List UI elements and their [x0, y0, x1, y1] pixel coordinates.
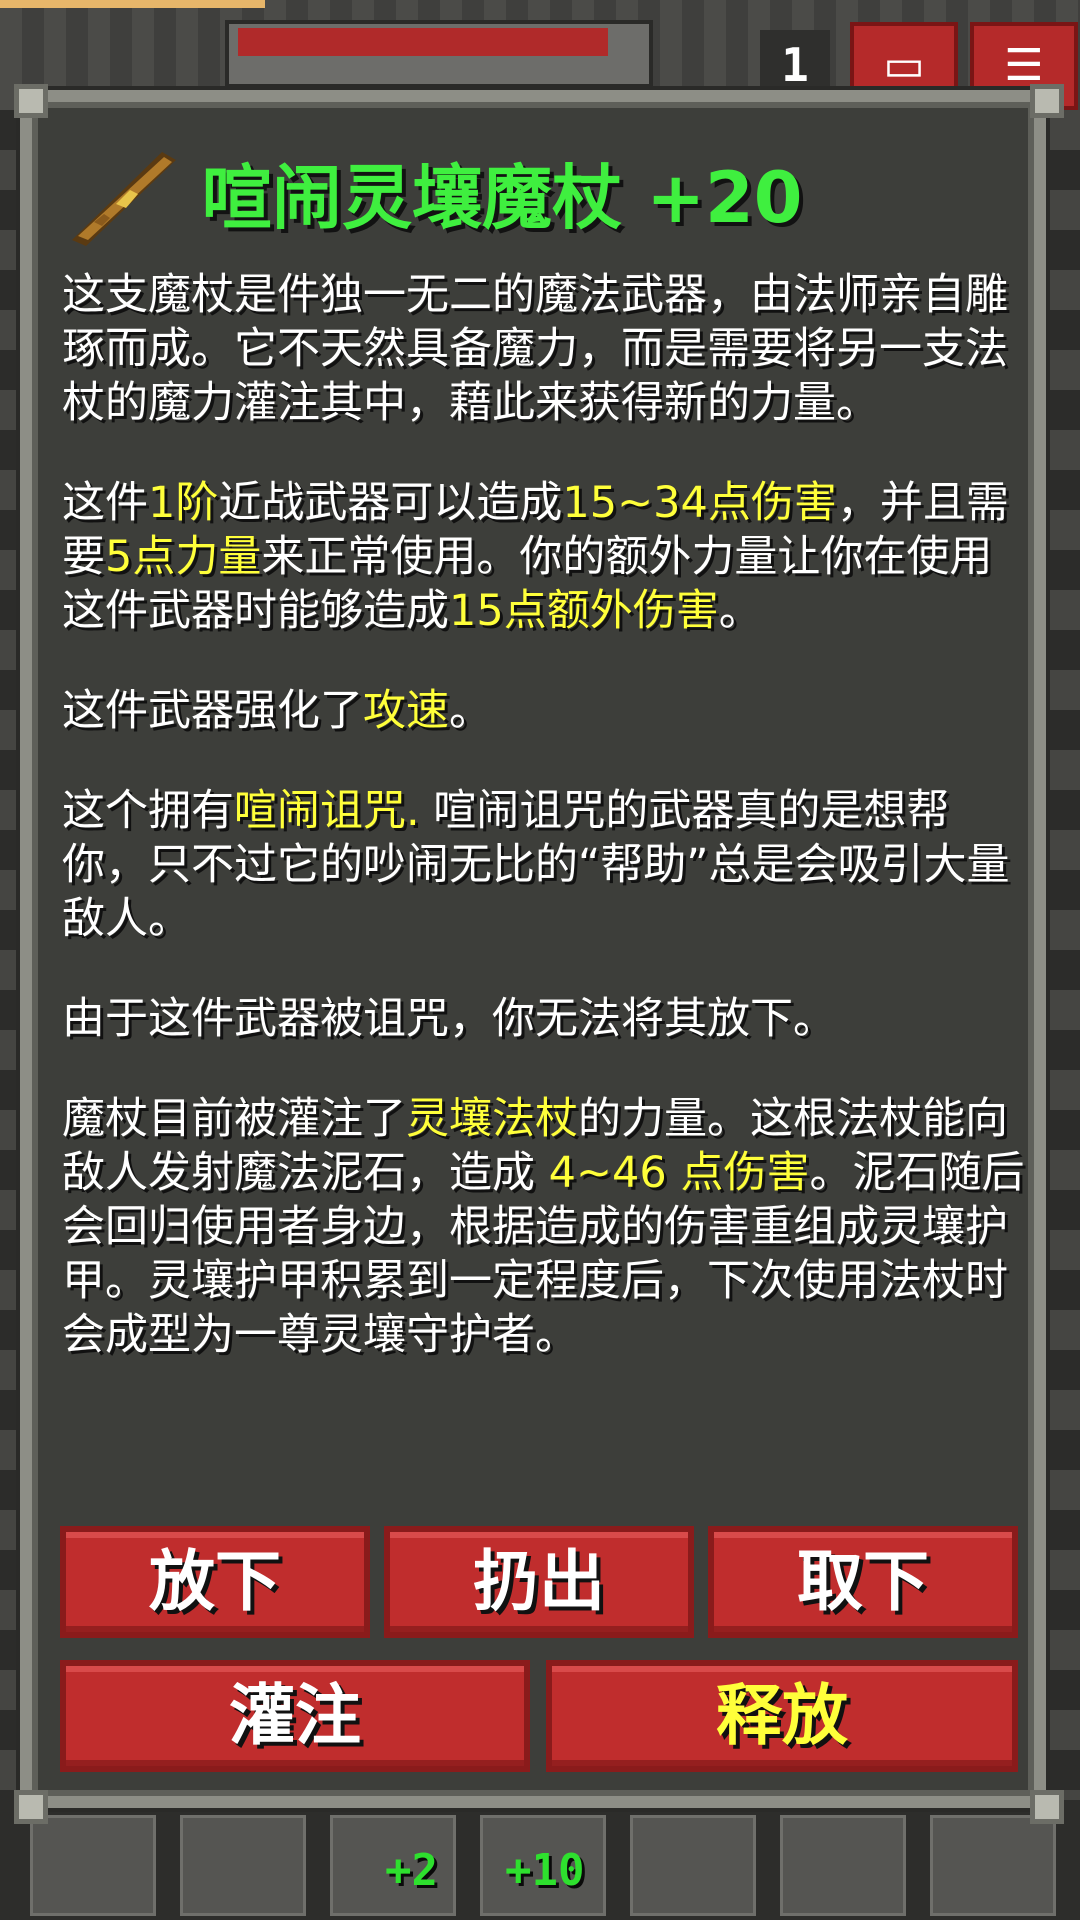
- item-title: 喧闹灵壤魔杖 +20: [202, 157, 803, 239]
- dialog-corner: [1030, 84, 1064, 118]
- description-paragraph: 这支魔杖是件独一无二的魔法武器，由法师亲自雕琢而成。它不天然具备魔力，而是需要将…: [62, 270, 1008, 428]
- item-description: 这支魔杖是件独一无二的魔法武器，由法师亲自雕琢而成。它不天然具备魔力，而是需要将…: [62, 268, 1030, 1408]
- slot-upgrade-badge: +2: [385, 1845, 438, 1896]
- dialog-corner: [1030, 1790, 1064, 1824]
- health-bar: [238, 28, 608, 56]
- toolbar-slot[interactable]: [630, 1815, 756, 1916]
- toolbar-slot[interactable]: [30, 1815, 156, 1916]
- item-header: 喧闹灵壤魔杖 +20: [64, 148, 1004, 248]
- description-paragraph: 这件武器强化了攻速。: [62, 686, 492, 736]
- dialog-corner: [14, 1790, 48, 1824]
- release-button[interactable]: 释放: [546, 1660, 1018, 1772]
- imbue-button[interactable]: 灌注: [60, 1660, 530, 1772]
- unequip-button[interactable]: 取下: [708, 1526, 1018, 1638]
- toolbar-slot[interactable]: [780, 1815, 906, 1916]
- toolbar-slot[interactable]: [930, 1815, 1056, 1916]
- description-paragraph: 由于这件武器被诅咒，你无法将其放下。: [62, 994, 836, 1044]
- dialog-corner: [14, 84, 48, 118]
- dungeon-wall-right: [1050, 110, 1080, 1810]
- description-paragraph: 这件1阶近战武器可以造成15~34点伤害，并且需要5点力量来正常使用。你的额外力…: [62, 478, 1009, 636]
- wand-icon: [72, 152, 176, 246]
- journal-icon: ▭: [883, 40, 925, 91]
- throw-button[interactable]: 扔出: [384, 1526, 694, 1638]
- slot-upgrade-badge: +10: [505, 1845, 585, 1896]
- description-paragraph: 魔杖目前被灌注了灵壤法杖的力量。这根法杖能向敌人发射魔法泥石，造成 4~46 点…: [62, 1094, 1025, 1360]
- toolbar-slot[interactable]: [180, 1815, 306, 1916]
- description-paragraph: 这个拥有喧闹诅咒. 喧闹诅咒的武器真的是想帮你，只不过它的吵闹无比的“帮助”总是…: [62, 786, 1010, 944]
- drop-button[interactable]: 放下: [60, 1526, 370, 1638]
- experience-bar: [0, 0, 265, 8]
